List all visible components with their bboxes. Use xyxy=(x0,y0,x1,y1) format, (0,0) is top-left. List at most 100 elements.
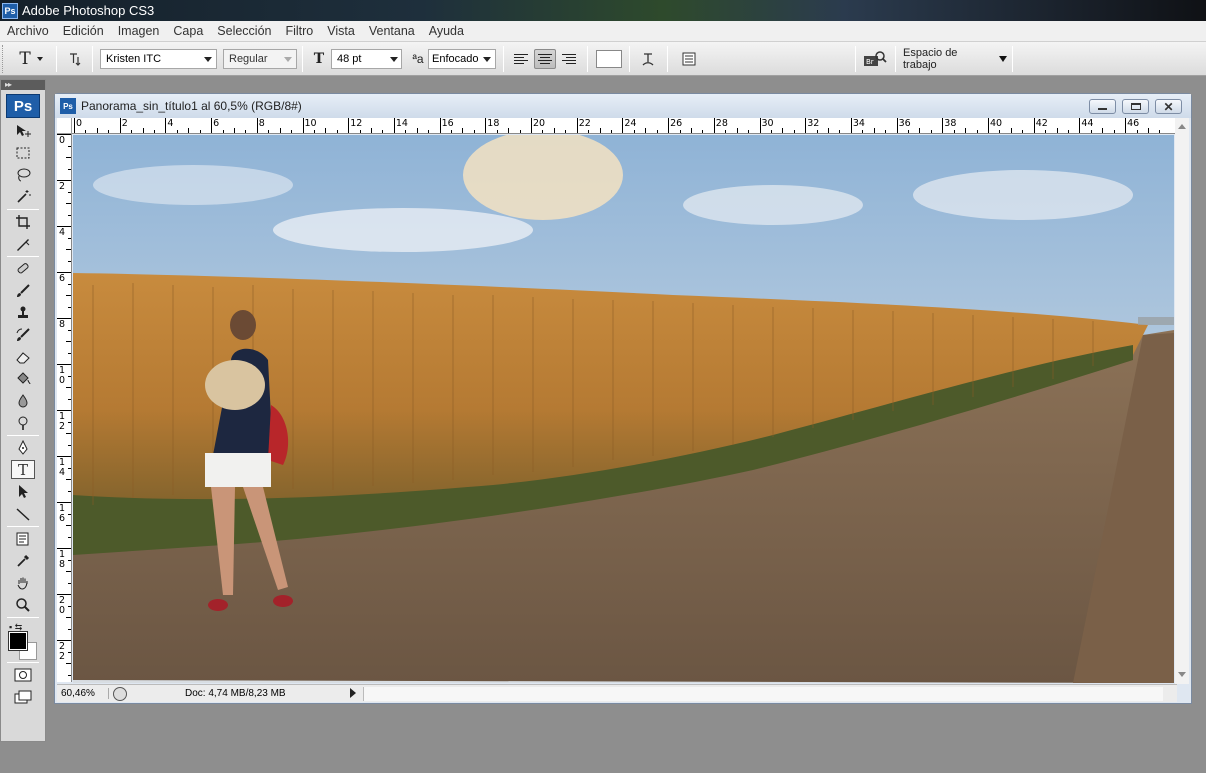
font-family-select[interactable]: Kristen ITC xyxy=(100,49,217,69)
zoom-level-field[interactable]: 60,46% xyxy=(57,688,109,699)
brush-icon[interactable] xyxy=(11,281,35,300)
ruler-v-minor-tick xyxy=(68,490,71,492)
notes-icon[interactable] xyxy=(11,529,35,548)
align-right-button[interactable] xyxy=(558,49,580,69)
maximize-button[interactable] xyxy=(1122,99,1149,114)
ruler-h-minor-tick xyxy=(199,130,201,133)
minimize-button[interactable] xyxy=(1089,99,1116,114)
antialias-select[interactable]: Enfocado xyxy=(428,49,496,69)
horizontal-ruler[interactable]: 0 2 4 6 8 10 12 14 16 18 20 22 24 26 28 30 32 34 36 38 40 42 4… xyxy=(72,118,1175,134)
quick-mask-icon[interactable] xyxy=(11,665,35,684)
warp-text-button[interactable] xyxy=(637,49,659,69)
ruler-v-minor-tick xyxy=(66,157,71,158)
document-title-bar[interactable]: Ps Panorama_sin_título1 al 60,5% (RGB/8#… xyxy=(55,94,1191,118)
title-bar: Ps Adobe Photoshop CS3 xyxy=(0,0,1206,21)
ruler-h-minor-tick xyxy=(428,130,430,133)
ruler-origin[interactable] xyxy=(57,118,72,134)
align-left-button[interactable] xyxy=(510,49,532,69)
type-icon[interactable]: T xyxy=(11,460,35,479)
menu-filtro[interactable]: Filtro xyxy=(278,24,320,38)
font-size-field[interactable]: 48 pt xyxy=(331,49,402,69)
slice-icon[interactable] xyxy=(11,234,35,253)
close-icon: ✕ xyxy=(1163,99,1174,114)
menu-ayuda[interactable]: Ayuda xyxy=(422,24,471,38)
align-right-icon xyxy=(562,54,576,64)
blur-icon[interactable] xyxy=(11,391,35,410)
lasso-icon[interactable] xyxy=(11,165,35,184)
line-icon[interactable] xyxy=(11,504,35,523)
panel-collapse-icon[interactable]: ▸▸ xyxy=(1,80,45,90)
ruler-h-label: 40 xyxy=(990,118,1003,129)
healing-brush-icon[interactable] xyxy=(11,259,35,278)
menu-vista[interactable]: Vista xyxy=(320,24,362,38)
ruler-v-minor-tick xyxy=(66,617,71,618)
text-color-swatch[interactable] xyxy=(596,50,622,68)
marquee-icon[interactable] xyxy=(11,143,35,162)
image-canvas[interactable] xyxy=(73,135,1174,683)
dodge-icon[interactable] xyxy=(11,413,35,432)
ruler-h-tick xyxy=(393,118,395,133)
ruler-v-minor-tick xyxy=(66,433,71,434)
pen-icon[interactable] xyxy=(11,438,35,457)
ruler-h-minor-tick xyxy=(645,128,647,133)
zoom-icon[interactable] xyxy=(11,595,35,614)
ruler-v-minor-tick xyxy=(66,203,71,204)
ruler-h-label: 4 xyxy=(167,118,174,129)
foreground-color-swatch[interactable] xyxy=(8,631,28,651)
font-style-select[interactable]: Regular xyxy=(223,49,297,69)
ruler-v-label: 18 xyxy=(59,549,66,570)
close-button[interactable]: ✕ xyxy=(1155,99,1182,114)
ruler-h-minor-tick xyxy=(965,128,967,133)
status-menu-arrow-icon[interactable] xyxy=(350,688,356,698)
magic-wand-icon[interactable] xyxy=(11,187,35,206)
options-grip[interactable] xyxy=(2,45,6,73)
vertical-ruler[interactable]: 0 2 4 6 8 10 12 14 16 18 20 22 xyxy=(57,134,72,682)
ruler-v-minor-tick xyxy=(68,582,71,584)
ruler-h-minor-tick xyxy=(371,128,373,133)
text-orientation-toggle[interactable] xyxy=(64,49,86,69)
ruler-h-label: 8 xyxy=(258,118,265,129)
menu-ventana[interactable]: Ventana xyxy=(362,24,422,38)
ruler-v-minor-tick xyxy=(68,283,71,285)
ruler-h-minor-tick xyxy=(1056,128,1058,133)
divider xyxy=(7,435,39,436)
horizontal-scrollbar[interactable] xyxy=(363,687,1163,701)
menu-archivo[interactable]: Archivo xyxy=(0,24,56,38)
align-center-button[interactable] xyxy=(534,49,556,69)
ruler-v-minor-tick xyxy=(68,605,71,607)
crop-icon[interactable] xyxy=(11,212,35,231)
workspace-menu[interactable]: Espacio de trabajo xyxy=(903,47,1007,71)
hand-icon[interactable] xyxy=(11,573,35,592)
tool-preset-picker[interactable]: T xyxy=(12,49,50,69)
restore-icon xyxy=(1130,103,1141,110)
photoshop-app-icon[interactable]: Ps xyxy=(2,2,18,19)
ruler-h-minor-tick xyxy=(451,130,453,133)
ruler-h-tick xyxy=(485,118,487,133)
menu-seleccion[interactable]: Selección xyxy=(210,24,278,38)
bridge-button[interactable]: Br xyxy=(862,49,888,69)
status-info-icon[interactable] xyxy=(113,686,127,701)
eraser-icon[interactable] xyxy=(11,347,35,366)
minimize-icon xyxy=(1098,108,1107,110)
divider xyxy=(7,256,39,257)
bridge-icon: Br xyxy=(864,51,887,66)
menu-capa[interactable]: Capa xyxy=(166,24,210,38)
ruler-h-minor-tick xyxy=(222,130,224,133)
ruler-h-minor-tick xyxy=(953,130,955,133)
history-brush-icon[interactable] xyxy=(11,325,35,344)
font-size-icon: T xyxy=(313,51,325,67)
ruler-h-minor-tick xyxy=(279,128,281,133)
ruler-h-minor-tick xyxy=(313,130,315,133)
menu-edicion[interactable]: Edición xyxy=(56,24,111,38)
move-icon[interactable] xyxy=(11,121,35,140)
eyedropper-icon[interactable] xyxy=(11,551,35,570)
character-panel-button[interactable] xyxy=(678,49,700,69)
menu-imagen[interactable]: Imagen xyxy=(111,24,167,38)
screen-mode-icon[interactable] xyxy=(11,687,35,706)
paint-bucket-icon[interactable] xyxy=(11,369,35,388)
path-selection-icon[interactable] xyxy=(11,482,35,501)
vertical-scrollbar[interactable] xyxy=(1175,118,1189,684)
clone-stamp-icon[interactable] xyxy=(11,303,35,322)
scroll-up-icon[interactable] xyxy=(1178,124,1186,129)
scroll-down-icon[interactable] xyxy=(1178,672,1186,677)
